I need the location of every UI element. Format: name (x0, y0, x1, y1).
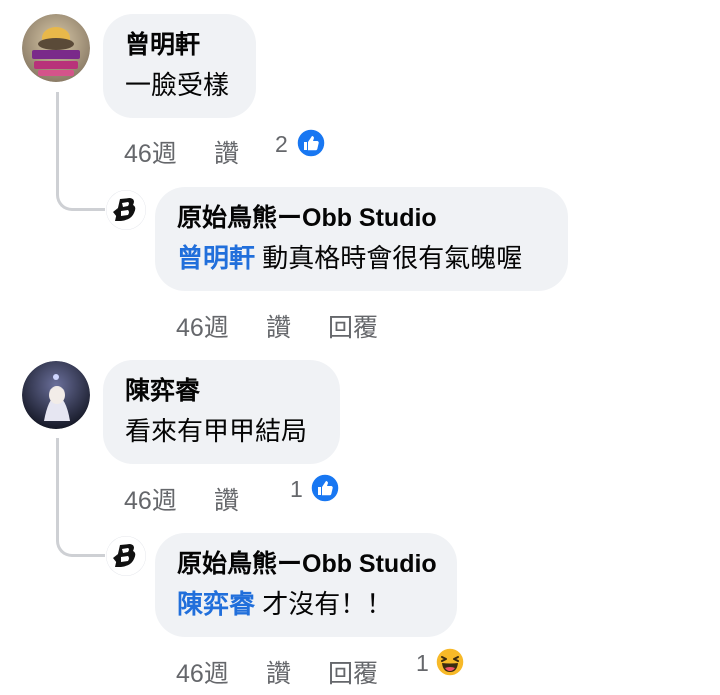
comment-author[interactable]: 原始鳥熊ーObb Studio (177, 549, 437, 579)
comment-thread: 曾明軒 一臉受樣 46週 讚 2 原始鳥熊ーObb Studio 曾明軒 動真格… (0, 0, 720, 695)
comment-text: 看來有甲甲結局 (125, 416, 308, 446)
comment-text-body: 動真格時會很有氣魄喔 (255, 243, 523, 273)
avatar-image (22, 14, 90, 82)
like-icon (310, 473, 340, 503)
avatar-image (22, 361, 90, 429)
reaction-count: 1 (416, 650, 429, 676)
obb-studio-logo (106, 536, 146, 576)
comment-bubble: 曾明軒 一臉受樣 (103, 14, 256, 118)
like-button[interactable]: 讚 (214, 134, 239, 170)
mention-link[interactable]: 陳弈睿 (177, 589, 255, 619)
avatar[interactable] (22, 14, 90, 82)
comment-author[interactable]: 曾明軒 (125, 30, 234, 60)
like-button[interactable]: 讚 (214, 481, 239, 517)
avatar[interactable] (22, 361, 90, 429)
comment-timestamp[interactable]: 46週 (124, 481, 177, 517)
reply-button[interactable]: 回覆 (328, 308, 378, 344)
thread-connector (56, 92, 105, 211)
avatar[interactable] (106, 190, 146, 230)
mention-link[interactable]: 曾明軒 (177, 243, 255, 273)
comment-text: 曾明軒 動真格時會很有氣魄喔 (177, 241, 546, 275)
haha-icon (435, 647, 465, 677)
comment-timestamp[interactable]: 46週 (176, 654, 229, 690)
comment-bubble: 原始鳥熊ーObb Studio 陳弈睿 才沒有！！ (155, 533, 457, 637)
comment-author[interactable]: 原始鳥熊ーObb Studio (177, 203, 546, 233)
like-icon (296, 128, 326, 158)
reaction-count: 1 (290, 476, 303, 502)
obb-studio-logo (106, 190, 146, 230)
comment-timestamp[interactable]: 46週 (124, 134, 177, 170)
like-button[interactable]: 讚 (266, 308, 291, 344)
like-button[interactable]: 讚 (266, 654, 291, 690)
reaction-count: 2 (275, 131, 288, 157)
comment-text-body: 才沒有！！ (255, 589, 393, 619)
comment-text: 陳弈睿 才沒有！！ (177, 587, 435, 621)
comment-timestamp[interactable]: 46週 (176, 308, 229, 344)
thread-connector (56, 438, 105, 557)
reply-button[interactable]: 回覆 (328, 654, 378, 690)
comment-author[interactable]: 陳弈睿 (125, 376, 318, 406)
avatar[interactable] (106, 536, 146, 576)
comment-bubble: 原始鳥熊ーObb Studio 曾明軒 動真格時會很有氣魄喔 (155, 187, 568, 291)
comment-bubble: 陳弈睿 看來有甲甲結局 (103, 360, 340, 464)
comment-text: 一臉受樣 (125, 70, 230, 100)
